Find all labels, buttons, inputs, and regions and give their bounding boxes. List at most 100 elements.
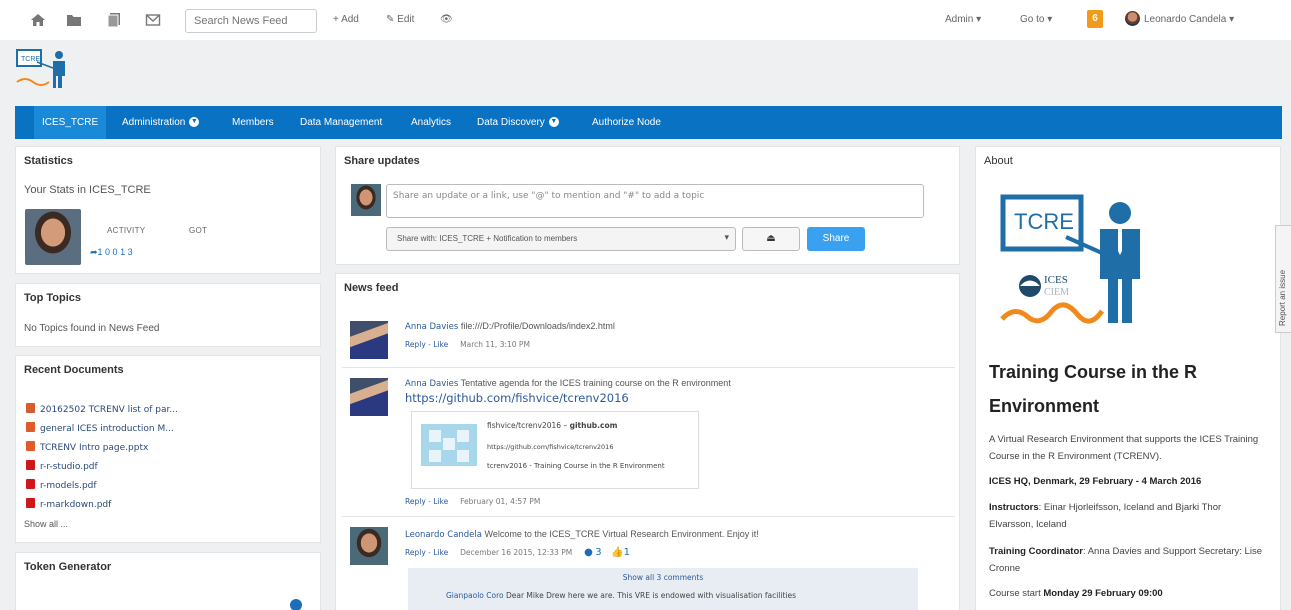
- tab-data-management[interactable]: Data Management: [292, 106, 390, 139]
- post-author[interactable]: Anna Davies: [405, 379, 458, 389]
- like-link[interactable]: Like: [433, 497, 448, 506]
- share-textarea[interactable]: Share an update or a link, use "@" to me…: [386, 184, 924, 218]
- show-all-link[interactable]: Show all ...: [24, 519, 68, 529]
- chevron-down-icon: ▾: [976, 14, 982, 25]
- chevron-down-icon: ▾: [724, 232, 729, 242]
- post-author[interactable]: Anna Davies: [405, 322, 458, 332]
- course-start-text: Monday 29 February 09:00: [1043, 588, 1163, 599]
- about-panel: About TCRE ICES CIEM Training Course in …: [975, 146, 1281, 610]
- avatar[interactable]: [1125, 11, 1140, 26]
- share-with-value: Share with: ICES_TCRE + Notification to …: [397, 234, 578, 243]
- admin-menu[interactable]: Admin ▾: [945, 14, 981, 25]
- document-item[interactable]: 20162502 TCRENV list of par...: [26, 403, 178, 415]
- about-title: About: [984, 155, 1013, 167]
- tab-members[interactable]: Members: [224, 106, 282, 139]
- word-file-icon: [26, 403, 35, 413]
- avatar[interactable]: [350, 378, 388, 416]
- post-meta: Reply - Like March 11, 3:10 PM: [405, 340, 530, 349]
- post-date: March 11, 3:10 PM: [460, 340, 530, 349]
- add-button[interactable]: + Add: [333, 14, 359, 25]
- recent-documents-title: Recent Documents: [24, 364, 124, 376]
- documents-icon[interactable]: [106, 12, 122, 28]
- card-site: github.com: [569, 421, 618, 430]
- tab-administration[interactable]: Administration ▼: [114, 106, 207, 139]
- document-item[interactable]: r-models.pdf: [26, 479, 97, 491]
- about-location: ICES HQ, Denmark, 29 February - 4 March …: [989, 473, 1264, 490]
- reply-link[interactable]: Reply: [405, 497, 426, 506]
- mail-icon[interactable]: [145, 12, 161, 28]
- comment-icon[interactable]: ●: [584, 547, 593, 558]
- report-issue-tab[interactable]: Report an issue: [1275, 225, 1291, 333]
- attach-button[interactable]: ⏏: [742, 227, 800, 251]
- main-nav: ICES_TCRE Administration ▼ Members Data M…: [15, 106, 1282, 139]
- share-updates-panel: Share updates Share an update or a link,…: [335, 146, 960, 265]
- link-thumbnail: [421, 424, 477, 466]
- admin-label: Admin: [945, 14, 974, 25]
- tab-data-discovery[interactable]: Data Discovery ▼: [469, 106, 567, 139]
- info-icon[interactable]: [290, 599, 302, 610]
- show-all-comments-link[interactable]: Show all 3 comments: [408, 573, 918, 582]
- tab-administration-label: Administration: [122, 117, 186, 128]
- token-generator-title: Token Generator: [24, 561, 112, 573]
- document-item[interactable]: r-r-studio.pdf: [26, 460, 98, 472]
- vre-logo[interactable]: TCRE: [15, 48, 71, 90]
- token-generator-panel: Token Generator: [15, 552, 321, 610]
- notification-badge[interactable]: 6: [1087, 10, 1103, 28]
- folder-icon[interactable]: [66, 12, 82, 28]
- post-url[interactable]: https://github.com/fishvice/tcrenv2016: [405, 391, 629, 405]
- statistics-title: Statistics: [24, 155, 73, 167]
- tab-authorize-node[interactable]: Authorize Node: [584, 106, 669, 139]
- user-photo: [25, 209, 81, 265]
- tab-analytics[interactable]: Analytics: [403, 106, 459, 139]
- view-icon[interactable]: 👁: [440, 14, 453, 25]
- tcre-logo: TCRE ICES CIEM: [1000, 194, 1140, 324]
- about-logo-text: TCRE: [1014, 209, 1074, 234]
- reply-link[interactable]: Reply: [405, 340, 426, 349]
- chevron-down-icon: ▾: [1047, 14, 1053, 25]
- ciem-text: CIEM: [1044, 287, 1069, 298]
- comment-author[interactable]: Gianpaolo Coro: [446, 591, 504, 600]
- post-author[interactable]: Leonardo Candela: [405, 530, 482, 540]
- document-item[interactable]: TCRENV Intro page.pptx: [26, 441, 148, 453]
- tab-ices-tcre[interactable]: ICES_TCRE: [34, 106, 107, 139]
- home-icon[interactable]: [30, 12, 46, 28]
- post-header: Anna Davies Tentative agenda for the ICE…: [405, 378, 731, 389]
- card-title-line: fishvice/tcrenv2016 – github.com: [487, 421, 618, 430]
- post-text: Tentative agenda for the ICES training c…: [460, 378, 731, 388]
- post-date: February 01, 4:57 PM: [460, 497, 541, 506]
- document-item[interactable]: general ICES introduction M...: [26, 422, 174, 434]
- coordinator-label: Training Coordinator: [989, 546, 1083, 557]
- ices-text: ICES: [1044, 274, 1068, 286]
- goto-label: Go to: [1020, 14, 1045, 25]
- document-item[interactable]: r-markdown.pdf: [26, 498, 111, 510]
- document-name: r-markdown.pdf: [40, 500, 112, 510]
- like-count: 1: [623, 547, 630, 558]
- reply-link[interactable]: Reply: [405, 548, 426, 557]
- about-coordinator: Training Coordinator: Anna Davies and Su…: [989, 543, 1264, 577]
- edit-label: Edit: [397, 14, 415, 25]
- post-date: December 16 2015, 12:33 PM: [460, 548, 573, 557]
- avatar[interactable]: [350, 321, 388, 359]
- stats-counts: ➦1 0 0 1 3: [90, 247, 133, 257]
- share-with-select[interactable]: Share with: ICES_TCRE + Notification to …: [386, 227, 736, 251]
- goto-menu[interactable]: Go to ▾: [1020, 14, 1052, 25]
- recent-documents-panel: Recent Documents 20162502 TCRENV list of…: [15, 355, 321, 543]
- like-link[interactable]: Like: [433, 548, 448, 557]
- search-input[interactable]: [185, 9, 317, 33]
- top-topics-panel: Top Topics No Topics found in News Feed: [15, 283, 321, 347]
- post-header: Leonardo Candela Welcome to the ICES_TCR…: [405, 529, 759, 540]
- upload-icon: ⏏: [766, 233, 776, 244]
- share-button[interactable]: Share: [807, 227, 865, 251]
- card-title: fishvice/tcrenv2016: [487, 421, 562, 430]
- about-instructors: Instructors: Einar Hjorleifsson, Iceland…: [989, 499, 1264, 533]
- card-description: tcrenv2016 - Training Course in the R En…: [487, 462, 665, 470]
- post-meta: Reply - Like February 01, 4:57 PM: [405, 497, 541, 506]
- edit-button[interactable]: ✎ Edit: [386, 14, 414, 25]
- like-icon[interactable]: 👍: [611, 547, 623, 558]
- avatar[interactable]: [350, 527, 388, 565]
- powerpoint-file-icon: [26, 441, 35, 451]
- divider: [342, 367, 955, 368]
- like-link[interactable]: Like: [433, 340, 448, 349]
- user-menu[interactable]: Leonardo Candela ▾: [1144, 14, 1234, 25]
- link-preview-card[interactable]: fishvice/tcrenv2016 – github.com https:/…: [411, 411, 699, 489]
